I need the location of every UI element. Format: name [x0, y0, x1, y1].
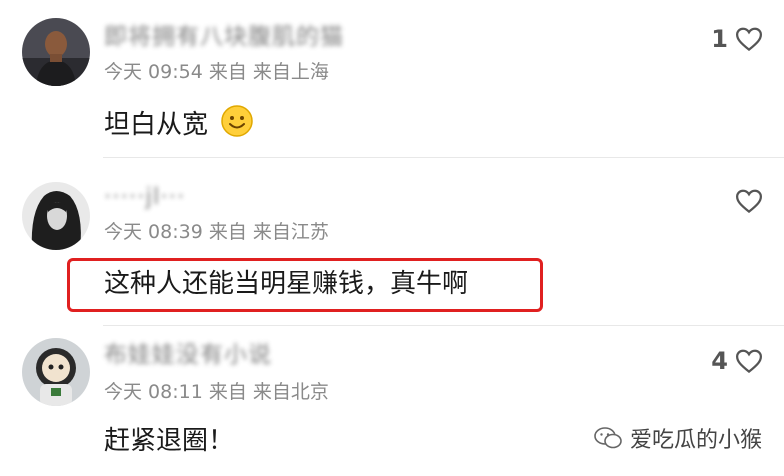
divider [103, 325, 784, 326]
comment-meta: 今天 09:54 来自 来自上海 [104, 60, 329, 84]
comment-source: 来自 [208, 381, 247, 403]
comment-source: 来自 [208, 221, 247, 243]
avatar[interactable] [22, 182, 90, 250]
smile-emoji-icon [220, 104, 254, 147]
watermark-text: 爱吃瓜的小猴 [629, 428, 762, 453]
watermark: 爱吃瓜的小猴 [594, 422, 762, 454]
man-portrait-icon [22, 18, 90, 86]
heart-icon [735, 349, 763, 374]
like-count: 4 [711, 347, 728, 375]
comment-item: 即将拥有八块腹肌的猫 今天 09:54 来自 来自上海 坦白从宽 1 [0, 0, 784, 160]
wechat-icon [594, 427, 622, 449]
comment-time: 今天 08:39 [104, 221, 203, 243]
comment-location: 来自北京 [252, 381, 329, 403]
comment-text: 坦白从宽 [104, 104, 254, 147]
username[interactable]: ·····jl··· [104, 182, 185, 212]
heart-icon [735, 27, 763, 52]
toy-astronaut-icon [22, 338, 90, 406]
comment-time: 今天 08:11 [104, 381, 203, 403]
like-button[interactable] [728, 186, 764, 216]
comment-meta: 今天 08:39 来自 来自江苏 [104, 220, 329, 244]
comment-time: 今天 09:54 [104, 61, 203, 83]
comment-text: 赶紧退圈！ [104, 426, 235, 456]
dark-hair-portrait-icon [22, 182, 90, 250]
comment-source: 来自 [208, 61, 247, 83]
like-button[interactable]: 1 [711, 24, 764, 54]
comment-meta: 今天 08:11 来自 来自北京 [104, 380, 329, 404]
like-button[interactable]: 4 [711, 346, 764, 376]
comment-location: 来自江苏 [252, 221, 329, 243]
username[interactable]: 即将拥有八块腹肌的猫 [104, 22, 344, 52]
username[interactable]: 布娃娃没有小说 [104, 340, 272, 370]
avatar[interactable] [22, 18, 90, 86]
comment-location: 来自上海 [252, 61, 329, 83]
like-count: 1 [711, 25, 728, 53]
highlight-box [67, 258, 543, 312]
avatar[interactable] [22, 338, 90, 406]
heart-icon [735, 189, 763, 214]
divider [103, 157, 784, 158]
